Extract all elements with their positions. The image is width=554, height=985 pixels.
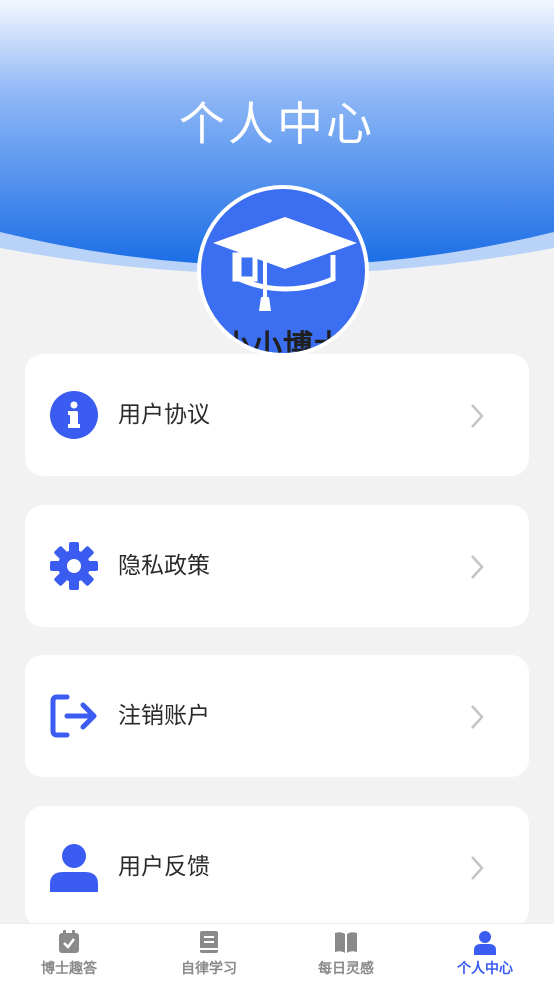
- menu-item-privacy-policy[interactable]: 隐私政策: [25, 505, 529, 627]
- tab-label: 个人中心: [457, 961, 513, 977]
- tab-label: 每日灵感: [318, 961, 374, 977]
- chevron-right-icon: [471, 555, 484, 579]
- info-icon: [50, 391, 98, 439]
- tab-label: 博士趣答: [41, 961, 97, 977]
- person-icon: [474, 931, 496, 955]
- tab-self-study[interactable]: 自律学习: [140, 924, 278, 985]
- chevron-right-icon: [471, 404, 484, 428]
- gear-icon: [50, 542, 98, 590]
- calendar-check-icon: [59, 930, 79, 953]
- menu-item-delete-account[interactable]: 注销账户: [25, 655, 529, 777]
- chevron-right-icon: [471, 856, 484, 880]
- profile-name: 小小博士: [221, 329, 345, 353]
- menu-item-label: 用户协议: [118, 402, 210, 428]
- menu-item-user-agreement[interactable]: 用户协议: [25, 354, 529, 476]
- menu-item-user-feedback[interactable]: 用户反馈: [25, 806, 529, 928]
- chevron-right-icon: [471, 705, 484, 729]
- tab-doctor-answers[interactable]: 博士趣答: [0, 924, 138, 985]
- menu-item-label: 隐私政策: [118, 553, 210, 579]
- avatar[interactable]: 小小博士: [197, 185, 369, 357]
- menu-item-label: 用户反馈: [118, 854, 210, 880]
- tab-daily-inspiration[interactable]: 每日灵感: [277, 924, 415, 985]
- bottom-tab-bar: 博士趣答 自律学习 每日灵感 个人中心: [0, 923, 554, 985]
- page-title: 个人中心: [179, 97, 375, 151]
- menu-item-label: 注销账户: [118, 703, 210, 729]
- logout-icon: [50, 694, 97, 738]
- avatar-image: 小小博士: [201, 189, 365, 353]
- book-icon: [200, 931, 218, 953]
- tab-label: 自律学习: [181, 961, 237, 977]
- tab-personal-center[interactable]: 个人中心: [416, 924, 554, 985]
- open-book-icon: [335, 932, 357, 953]
- user-icon: [50, 844, 98, 892]
